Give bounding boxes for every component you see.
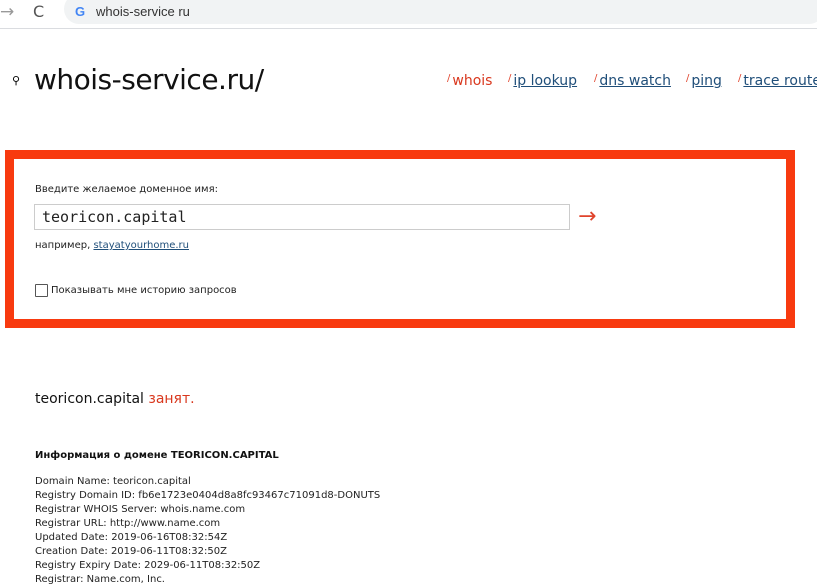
history-option[interactable]: Показывать мне историю запросов <box>35 284 237 297</box>
slash-icon: / <box>447 73 451 84</box>
record-line: Creation Date: 2019-06-11T08:32:50Z <box>35 546 227 557</box>
nav-link[interactable]: trace route <box>743 73 817 89</box>
record-line: Registry Domain ID: fb6e1723e0404d8a8fc9… <box>35 490 381 501</box>
record-line: Registrar URL: http://www.name.com <box>35 518 221 529</box>
info-title: Информация о домене TEORICON.CAPITAL <box>35 450 279 461</box>
slash-icon: / <box>738 73 742 84</box>
search-icon: ⚲ <box>12 74 21 87</box>
site-logo[interactable]: whois-service.ru/ <box>34 63 264 96</box>
nav-whois[interactable]: / whois <box>447 73 492 89</box>
slash-icon: / <box>686 73 690 84</box>
nav-ip-lookup[interactable]: / ip lookup <box>508 73 577 89</box>
slash-icon: / <box>594 73 598 84</box>
whois-records: Domain Name: teoricon.capital Registry D… <box>35 475 380 587</box>
nav-label: whois <box>452 73 493 89</box>
google-icon: G <box>75 4 86 19</box>
status-badge: занят. <box>148 391 195 407</box>
slash-icon: / <box>508 73 512 84</box>
domain-input[interactable]: teoricon.capital <box>34 204 570 230</box>
nav-link[interactable]: ip lookup <box>513 73 577 89</box>
submit-arrow-button[interactable]: → <box>578 204 596 229</box>
nav-link[interactable]: dns watch <box>599 73 671 89</box>
history-checkbox[interactable] <box>35 284 48 297</box>
domain-label: Введите желаемое доменное имя: <box>35 184 218 195</box>
url-text[interactable]: whois-service ru <box>96 4 190 19</box>
history-label: Показывать мне историю запросов <box>51 285 237 296</box>
nav-dns-watch[interactable]: / dns watch <box>594 73 671 89</box>
example-link[interactable]: stayatyourhome.ru <box>93 240 189 251</box>
nav-trace-route[interactable]: / trace route <box>738 73 817 89</box>
result-domain: teoricon.capital <box>35 391 144 407</box>
search-form-box <box>5 150 795 328</box>
example-text: например, stayatyourhome.ru <box>35 240 189 251</box>
back-icon[interactable]: → <box>0 2 14 22</box>
record-line: Registrar WHOIS Server: whois.name.com <box>35 504 246 515</box>
reload-icon[interactable]: C <box>33 2 44 21</box>
example-prefix: например, <box>35 240 91 251</box>
record-line: Domain Name: teoricon.capital <box>35 476 191 487</box>
record-line: Registry Expiry Date: 2029-06-11T08:32:5… <box>35 560 261 571</box>
nav-ping[interactable]: / ping <box>686 73 722 89</box>
record-line: Updated Date: 2019-06-16T08:32:54Z <box>35 532 228 543</box>
browser-toolbar: → C G whois-service ru <box>0 0 817 29</box>
result-status: teoricon.capital занят. <box>35 391 195 407</box>
nav-link[interactable]: ping <box>691 73 722 89</box>
